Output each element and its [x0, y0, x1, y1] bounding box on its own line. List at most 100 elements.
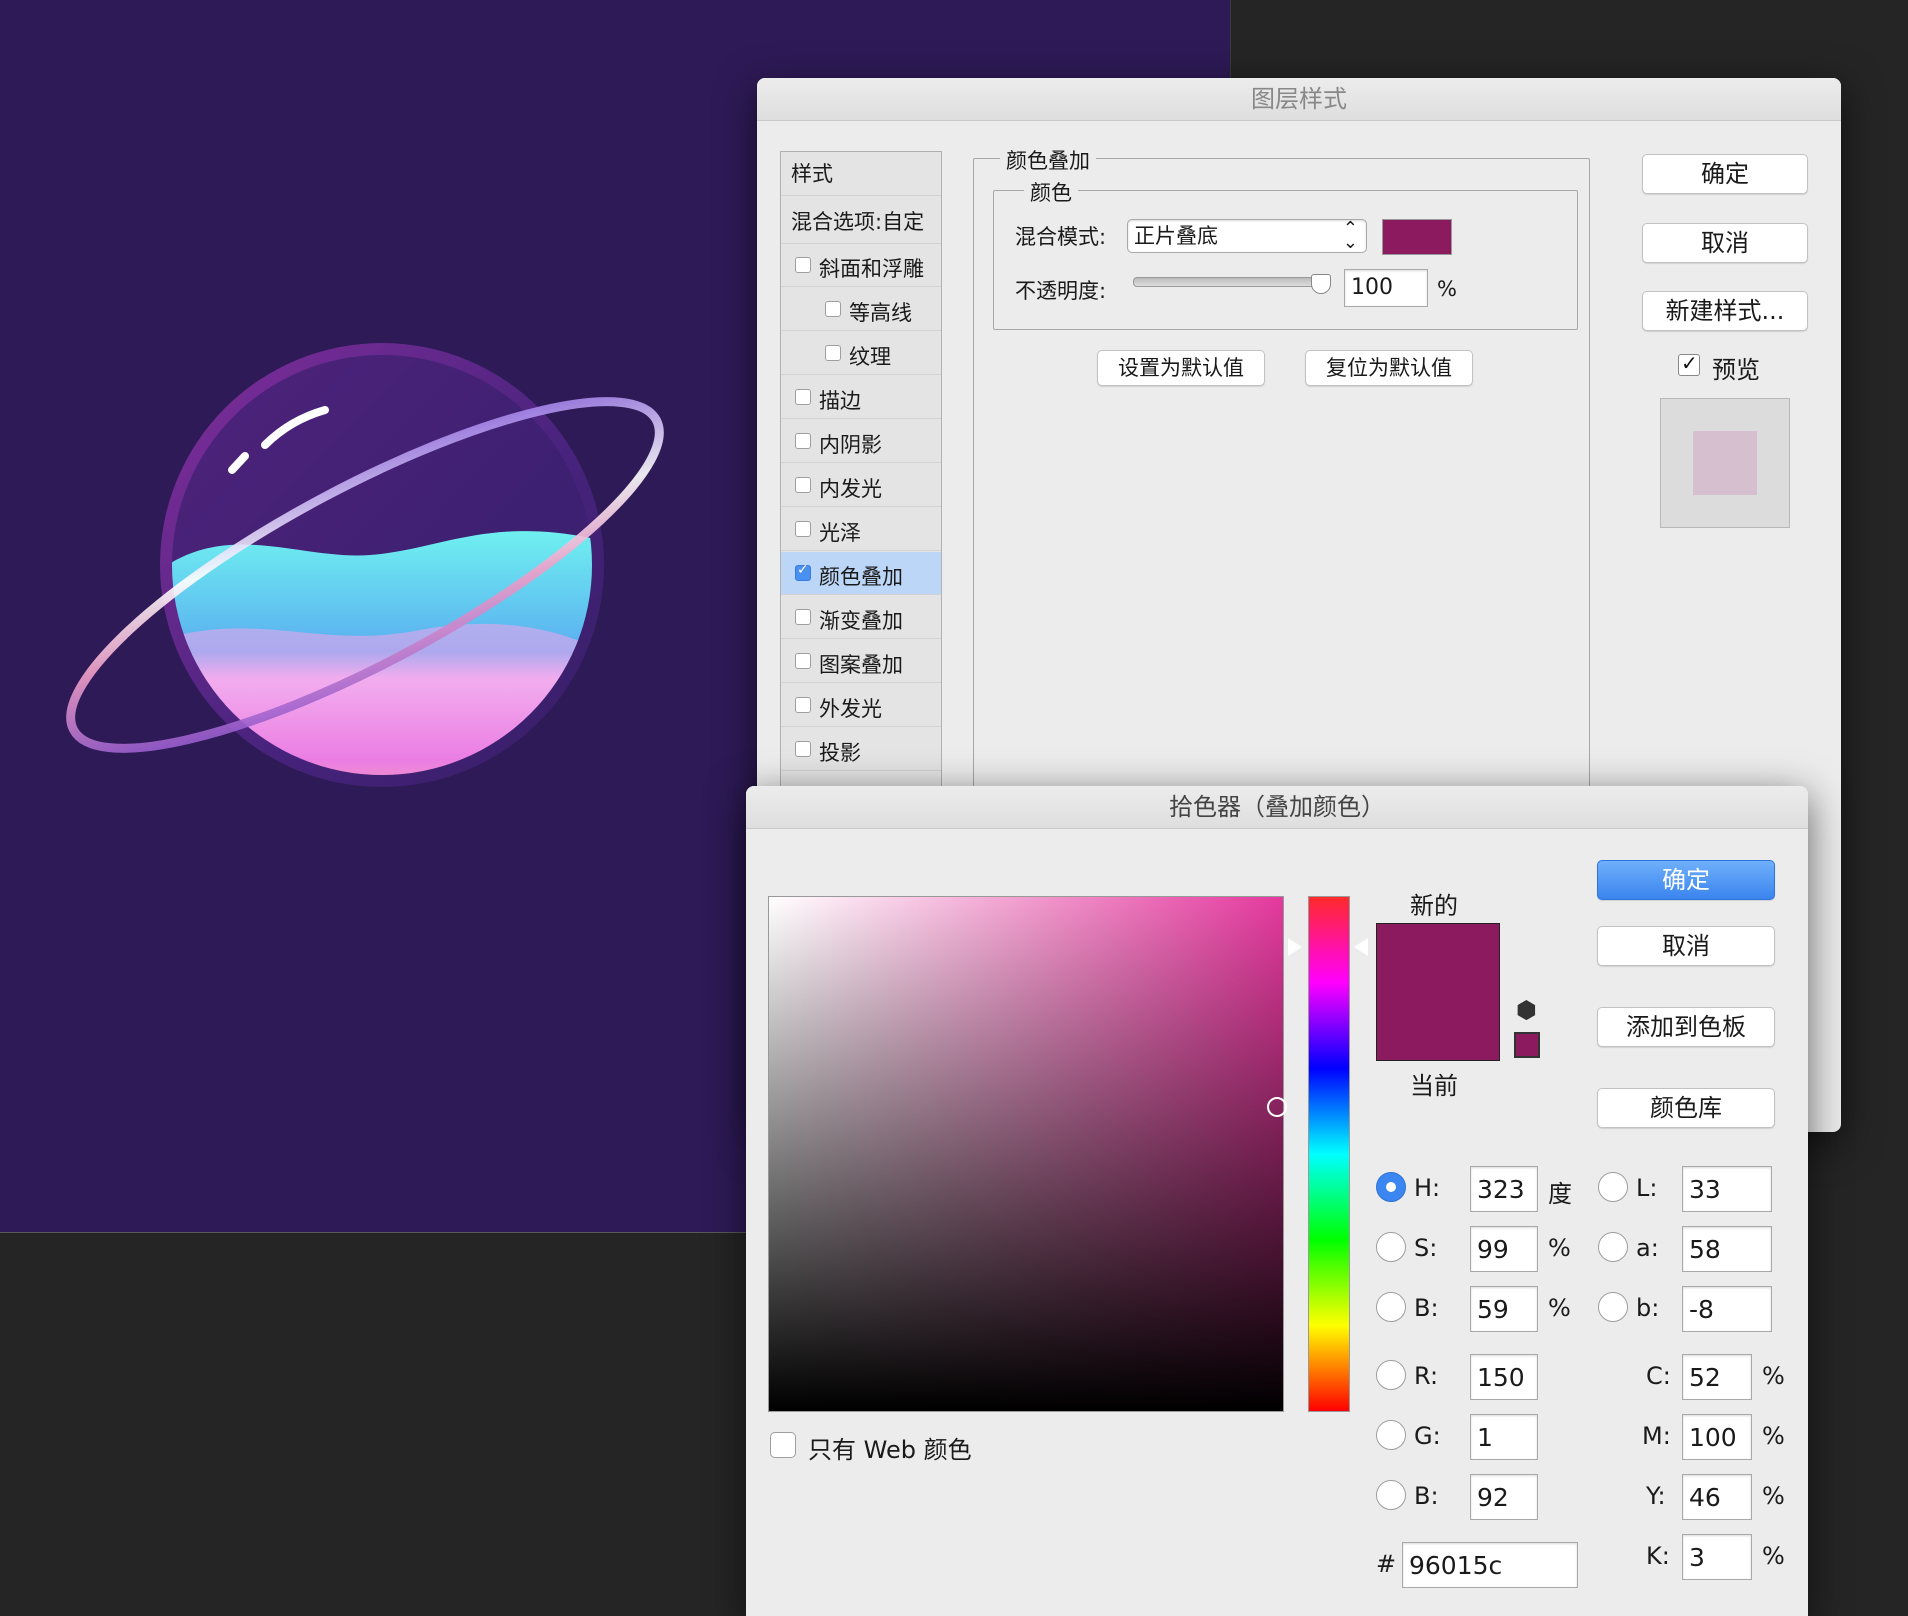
cyan-label: C:	[1646, 1362, 1671, 1390]
magenta-input[interactable]: 100	[1682, 1414, 1752, 1460]
effect-item[interactable]: 外发光	[781, 684, 941, 727]
color-cursor[interactable]	[1267, 1097, 1287, 1117]
effect-checkbox[interactable]	[795, 609, 811, 625]
saturation-brightness-field[interactable]	[768, 896, 1287, 1412]
effect-checkbox[interactable]	[795, 653, 811, 669]
magenta-label: M:	[1642, 1422, 1671, 1450]
hue-marker-right[interactable]	[1354, 938, 1368, 957]
effect-checkbox[interactable]	[825, 301, 841, 317]
red-input[interactable]: 150	[1470, 1354, 1538, 1400]
effect-checkbox[interactable]	[795, 521, 811, 537]
effect-label: 等高线	[849, 301, 912, 325]
effect-item[interactable]: ✓ 颜色叠加	[781, 552, 941, 595]
add-to-swatches-button[interactable]: 添加到色板	[1597, 1007, 1775, 1047]
effect-item[interactable]: 纹理	[781, 332, 941, 375]
effect-checkbox[interactable]	[795, 433, 811, 449]
color-overlay-title: 颜色叠加	[1000, 145, 1096, 175]
radio-b[interactable]	[1598, 1292, 1628, 1322]
black-label: K:	[1646, 1542, 1670, 1570]
cyan-input[interactable]: 52	[1682, 1354, 1752, 1400]
radio-red[interactable]	[1376, 1360, 1406, 1390]
radio-hue[interactable]	[1376, 1172, 1406, 1202]
effect-label: 描边	[819, 389, 861, 413]
saturation-input[interactable]: 99	[1470, 1226, 1538, 1272]
picker-ok-button[interactable]: 确定	[1597, 860, 1775, 900]
lightness-input[interactable]: 33	[1682, 1166, 1772, 1212]
effect-checkbox[interactable]	[795, 477, 811, 493]
effect-checkbox[interactable]	[825, 345, 841, 361]
new-color-swatch	[1376, 923, 1500, 1061]
black-input[interactable]: 3	[1682, 1534, 1752, 1580]
effect-checkbox[interactable]	[795, 389, 811, 405]
effect-item[interactable]: 投影	[781, 728, 941, 771]
layer-style-title: 图层样式	[1251, 85, 1347, 113]
a-input[interactable]: 58	[1682, 1226, 1772, 1272]
hue-slider[interactable]	[1308, 896, 1350, 1412]
brightness-input[interactable]: 59	[1470, 1286, 1538, 1332]
layer-style-titlebar[interactable]: 图层样式	[757, 78, 1841, 121]
effect-item[interactable]: 图案叠加	[781, 640, 941, 683]
effect-item[interactable]: 内发光	[781, 464, 941, 507]
styles-header: 样式	[781, 152, 941, 196]
radio-green[interactable]	[1376, 1420, 1406, 1450]
yellow-label: Y:	[1646, 1482, 1666, 1510]
effect-label: 颜色叠加	[819, 565, 903, 589]
radio-lightness[interactable]	[1598, 1172, 1628, 1202]
color-group: 颜色	[993, 177, 1578, 330]
set-default-button[interactable]: 设置为默认值	[1097, 350, 1265, 386]
effect-checkbox[interactable]: ✓	[795, 562, 811, 581]
reset-default-button[interactable]: 复位为默认值	[1305, 350, 1473, 386]
blend-mode-select[interactable]: 正片叠底 ⌃ ⌄	[1127, 219, 1367, 253]
yellow-input[interactable]: 46	[1682, 1474, 1752, 1520]
opacity-slider-thumb[interactable]	[1311, 274, 1331, 294]
color-libraries-button[interactable]: 颜色库	[1597, 1088, 1775, 1128]
effect-checkbox[interactable]	[795, 257, 811, 273]
effect-checkbox[interactable]	[795, 697, 811, 713]
hue-input[interactable]: 323	[1470, 1166, 1538, 1212]
effect-item[interactable]: 描边	[781, 376, 941, 419]
effect-item[interactable]: 光泽	[781, 508, 941, 551]
effect-item[interactable]: 渐变叠加	[781, 596, 941, 639]
radio-brightness[interactable]	[1376, 1292, 1406, 1322]
green-input[interactable]: 1	[1470, 1414, 1538, 1460]
b-label: b:	[1636, 1294, 1660, 1322]
new-style-button[interactable]: 新建样式...	[1642, 291, 1808, 331]
blend-options-item[interactable]: 混合选项:自定	[781, 196, 941, 244]
web-safe-swatch[interactable]	[1514, 1032, 1540, 1058]
b-input[interactable]: -8	[1682, 1286, 1772, 1332]
a-label: a:	[1636, 1234, 1659, 1262]
radio-a[interactable]	[1598, 1232, 1628, 1262]
opacity-slider[interactable]	[1133, 277, 1325, 287]
effect-item[interactable]: 内阴影	[781, 420, 941, 463]
preview-checkbox[interactable]: ✓	[1678, 351, 1700, 376]
color-picker-titlebar[interactable]: 拾色器（叠加颜色）	[746, 786, 1808, 829]
effect-label: 内发光	[819, 477, 882, 501]
magenta-unit: %	[1762, 1422, 1785, 1450]
opacity-input[interactable]: 100	[1344, 269, 1428, 307]
picker-cancel-button[interactable]: 取消	[1597, 926, 1775, 966]
ok-button[interactable]: 确定	[1642, 154, 1808, 194]
hex-input[interactable]: 96015c	[1402, 1542, 1578, 1588]
effect-item[interactable]: 斜面和浮雕	[781, 244, 941, 287]
effect-label: 投影	[819, 741, 861, 765]
overlay-color-swatch[interactable]	[1382, 219, 1452, 255]
green-label: G:	[1414, 1422, 1441, 1450]
yellow-unit: %	[1762, 1482, 1785, 1510]
cancel-button[interactable]: 取消	[1642, 223, 1808, 263]
effect-label: 斜面和浮雕	[819, 257, 924, 281]
web-colors-checkbox[interactable]	[770, 1432, 796, 1458]
new-color-label: 新的	[1410, 892, 1458, 920]
hue-label: H:	[1414, 1174, 1441, 1202]
effect-label: 渐变叠加	[819, 609, 903, 633]
effect-checkbox[interactable]	[795, 741, 811, 757]
radio-saturation[interactable]	[1376, 1232, 1406, 1262]
gamut-cube-icon[interactable]: ⬢	[1516, 996, 1537, 1024]
lightness-label: L:	[1636, 1174, 1658, 1202]
effect-item[interactable]: 等高线	[781, 288, 941, 331]
hue-unit: 度	[1548, 1180, 1572, 1208]
hue-marker-left[interactable]	[1288, 938, 1302, 957]
radio-blue[interactable]	[1376, 1480, 1406, 1510]
updown-chevron-icon: ⌃ ⌄	[1342, 218, 1358, 253]
blue-input[interactable]: 92	[1470, 1474, 1538, 1520]
effect-label: 外发光	[819, 697, 882, 721]
